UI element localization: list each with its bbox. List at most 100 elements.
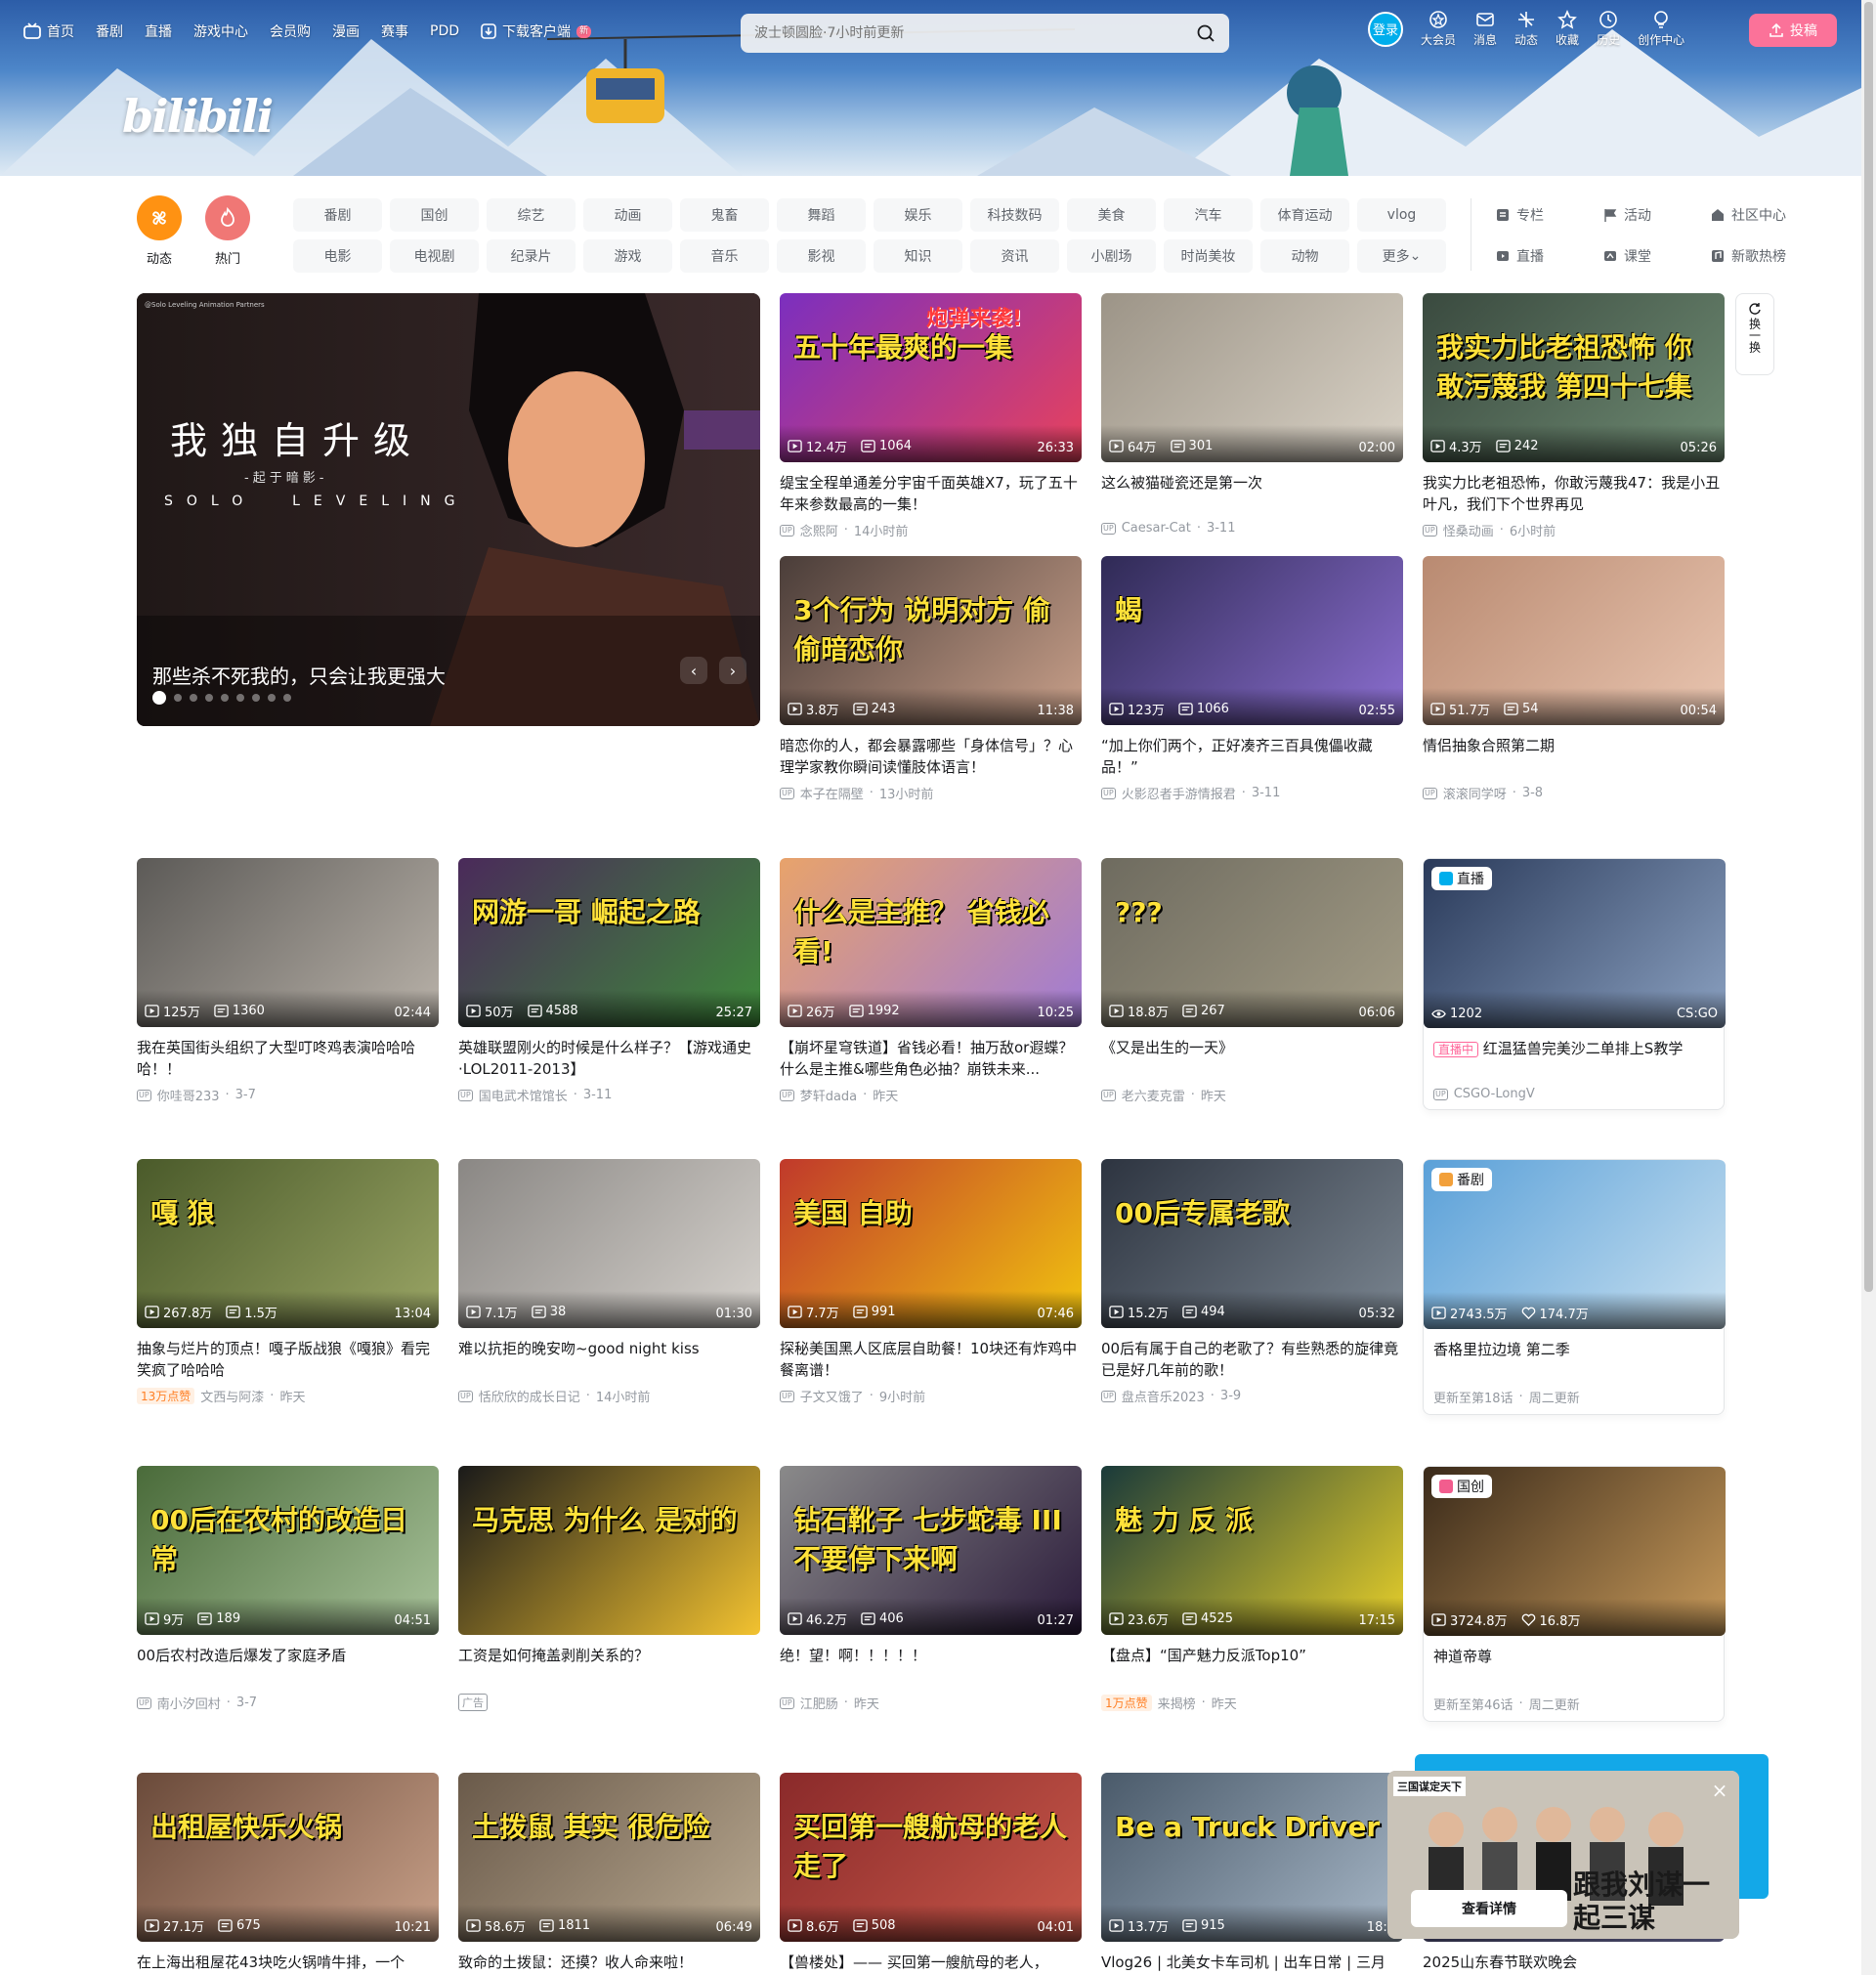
- uploader-name[interactable]: 来揭榜: [1158, 1694, 1196, 1712]
- video-card[interactable]: 番剧 2743.5万 174.7万 香格里拉边境 第二季 更新至第18话 · 周二更新: [1423, 1159, 1726, 1415]
- category-12[interactable]: 电影: [293, 239, 382, 273]
- category-3[interactable]: 动画: [583, 198, 672, 232]
- video-thumbnail[interactable]: ??? 18.8万 267 06:06: [1101, 858, 1403, 1027]
- video-title[interactable]: 我实力比老祖恐怖，你敢污蔑我47：我是小丑叶凡，我们下个世界再见: [1423, 472, 1725, 515]
- nav-pdd[interactable]: PDD: [430, 23, 459, 39]
- video-card[interactable]: 网游一哥 崛起之路 50万 4588 25:27 英雄联盟刚火的时候是什么样子？【游戏通…: [458, 858, 760, 1104]
- video-title[interactable]: 致命的土拨鼠：还摸？收人命来啦！: [458, 1952, 760, 1975]
- nav-mall[interactable]: 会员购: [270, 21, 311, 41]
- video-thumbnail[interactable]: 魅 力 反 派 23.6万 4525 17:15: [1101, 1466, 1403, 1635]
- link-community[interactable]: 社区中心: [1710, 198, 1817, 232]
- category-1[interactable]: 国创: [390, 198, 479, 232]
- video-card[interactable]: 美国 自助 7.7万 991 07:46 探秘美国黑人区底层自助餐！10块还有炸鸡中餐离…: [780, 1159, 1082, 1405]
- video-thumbnail[interactable]: 嘎 狼 267.8万 1.5万 13:04: [137, 1159, 439, 1328]
- video-thumbnail[interactable]: 马克思 为什么 是对的: [458, 1466, 760, 1635]
- video-card[interactable]: 土拨鼠 其实 很危险 58.6万 1811 06:49 致命的土拨鼠：还摸？收人命来啦！: [458, 1773, 760, 1975]
- category-0[interactable]: 番剧: [293, 198, 382, 232]
- category-15[interactable]: 游戏: [583, 239, 672, 273]
- video-card[interactable]: 出租屋快乐火锅 27.1万 675 10:21 在上海出租屋花43块吃火锅啃牛排，一个: [137, 1773, 439, 1975]
- search-input[interactable]: [754, 25, 1196, 41]
- carousel-title[interactable]: 那些杀不死我的，只会让我更强大: [152, 661, 446, 689]
- video-title[interactable]: 绝！望！啊！！！！！: [780, 1645, 1082, 1688]
- nav-creator[interactable]: 创作中心: [1638, 10, 1684, 48]
- carousel-dot[interactable]: [205, 694, 213, 702]
- video-card[interactable]: 什么是主推？ 省钱必看! 26万 1992 10:25 【崩坏星穹铁道】省钱必看！抽万敌…: [780, 858, 1082, 1104]
- floating-ad[interactable]: 三国谋定天下 跟我刘谋一起三谋 × 查看详情: [1387, 1771, 1739, 1939]
- video-card[interactable]: 魅 力 反 派 23.6万 4525 17:15 【盘点】“国产魅力反派Top10” 1万…: [1101, 1466, 1403, 1712]
- video-card[interactable]: 五十年最爽的一集 炮弹来袭! 12.4万 1064 26:33 缇宝全程单通差分宇宙千面英…: [780, 293, 1082, 539]
- carousel-next-button[interactable]: ›: [719, 657, 746, 684]
- uploader-name[interactable]: 怪桑动画: [1443, 521, 1494, 539]
- uploader-name[interactable]: 本子在隔壁: [800, 784, 864, 802]
- carousel-dot[interactable]: [268, 694, 276, 702]
- uploader-name[interactable]: Caesar-Cat: [1122, 521, 1191, 536]
- video-thumbnail[interactable]: 买回第一艘航母的老人 走了 8.6万 508 04:01: [780, 1773, 1082, 1942]
- uploader-name[interactable]: 南小汐回村: [157, 1694, 221, 1712]
- carousel-dot[interactable]: [283, 694, 291, 702]
- carousel-dot[interactable]: [221, 694, 229, 702]
- category-17[interactable]: 影视: [777, 239, 866, 273]
- bilibili-logo[interactable]: bilibili: [122, 90, 274, 143]
- video-card[interactable]: 00后在农村的改造日常 9万 189 04:51 00后农村改造后爆发了家庭矛盾 UP 南小…: [137, 1466, 439, 1712]
- category-2[interactable]: 综艺: [487, 198, 576, 232]
- video-card[interactable]: 钻石靴子 七步蛇毒 III 不要停下来啊 46.2万 406 01:27 绝！望！啊！！…: [780, 1466, 1082, 1712]
- video-card[interactable]: 64万 301 02:00 这么被猫碰瓷还是第一次 UP Caesar-Cat · 3-11: [1101, 293, 1403, 536]
- video-title[interactable]: 直播中 红温猛兽完美沙二单排上S教学: [1424, 1038, 1724, 1081]
- link-new-songs[interactable]: 新歌热榜: [1710, 239, 1817, 273]
- video-title[interactable]: Vlog26 | 北美女卡车司机 | 出车日常 | 三月: [1101, 1952, 1403, 1975]
- video-thumbnail[interactable]: 直播 1202 CS:GO: [1424, 859, 1726, 1028]
- link-column[interactable]: 专栏: [1495, 198, 1602, 232]
- upload-button[interactable]: 投稿: [1749, 14, 1837, 47]
- carousel-dot[interactable]: [174, 694, 182, 702]
- video-title[interactable]: 难以抗拒的晚安吻~good night kiss: [458, 1338, 760, 1381]
- video-card[interactable]: 125万 1360 02:44 我在英国街头组织了大型叮咚鸡表演哈哈哈哈！！ UP 你哇哥…: [137, 858, 439, 1104]
- uploader-name[interactable]: 子文又饿了: [800, 1387, 864, 1405]
- uploader-name[interactable]: 火影忍者手游情报君: [1122, 784, 1236, 802]
- close-icon[interactable]: ×: [1708, 1779, 1731, 1802]
- category-6[interactable]: 娱乐: [874, 198, 962, 232]
- link-course[interactable]: 课堂: [1602, 239, 1710, 273]
- category-18[interactable]: 知识: [874, 239, 962, 273]
- link-live[interactable]: 直播: [1495, 239, 1602, 273]
- carousel-dot[interactable]: [190, 694, 197, 702]
- nav-manga[interactable]: 漫画: [332, 21, 360, 41]
- category-20[interactable]: 小剧场: [1067, 239, 1156, 273]
- video-thumbnail[interactable]: 美国 自助 7.7万 991 07:46: [780, 1159, 1082, 1328]
- video-thumbnail[interactable]: 国创 3724.8万 16.8万: [1424, 1467, 1726, 1636]
- video-thumbnail[interactable]: 出租屋快乐火锅 27.1万 675 10:21: [137, 1773, 439, 1942]
- category-7[interactable]: 科技数码: [970, 198, 1059, 232]
- category-19[interactable]: 资讯: [970, 239, 1059, 273]
- video-card[interactable]: 00后专属老歌 15.2万 494 05:32 00后有属于自己的老歌了？有些熟悉的旋律…: [1101, 1159, 1403, 1405]
- video-title[interactable]: “加上你们两个，正好凑齐三百具傀儡收藏品！”: [1101, 735, 1403, 778]
- nav-game-center[interactable]: 游戏中心: [193, 21, 248, 41]
- uploader-name[interactable]: 念熙阿: [800, 521, 838, 539]
- video-title[interactable]: 抽象与烂片的顶点！嘎子版战狼《嘎狼》看完笑疯了哈哈哈: [137, 1338, 439, 1381]
- category-16[interactable]: 音乐: [680, 239, 769, 273]
- carousel-dot[interactable]: [152, 691, 166, 705]
- uploader-name[interactable]: 滚滚同学呀: [1443, 784, 1507, 802]
- video-title[interactable]: 探秘美国黑人区底层自助餐！10块还有炸鸡中餐离谱！: [780, 1338, 1082, 1381]
- nav-match[interactable]: 赛事: [381, 21, 408, 41]
- video-card[interactable]: 我实力比老祖恐怖 你敢污蔑我 第四十七集 4.3万 242 05:26 我实力比老祖恐怖…: [1423, 293, 1725, 539]
- video-thumbnail[interactable]: 我实力比老祖恐怖 你敢污蔑我 第四十七集 4.3万 242 05:26: [1423, 293, 1725, 462]
- uploader-name[interactable]: 文西与阿漆: [200, 1387, 264, 1405]
- nav-download[interactable]: 下载客户端 新: [481, 21, 592, 41]
- login-button[interactable]: 登录: [1368, 11, 1403, 47]
- video-title[interactable]: 在上海出租屋花43块吃火锅啃牛排，一个: [137, 1952, 439, 1975]
- nav-home[interactable]: 首页: [23, 21, 74, 41]
- video-card[interactable]: 国创 3724.8万 16.8万 神道帝尊 更新至第46话 · 周二更新: [1423, 1466, 1726, 1722]
- category-10[interactable]: 体育运动: [1260, 198, 1349, 232]
- nav-favorites[interactable]: 收藏: [1556, 10, 1579, 48]
- channel-dynamic[interactable]: 动态: [137, 195, 182, 267]
- video-thumbnail[interactable]: 钻石靴子 七步蛇毒 III 不要停下来啊 46.2万 406 01:27: [780, 1466, 1082, 1635]
- nav-live[interactable]: 直播: [145, 21, 172, 41]
- category-5[interactable]: 舞蹈: [777, 198, 866, 232]
- video-title[interactable]: 【兽楼处】—— 买回第一艘航母的老人，: [780, 1952, 1082, 1975]
- video-title[interactable]: 这么被猫碰瓷还是第一次: [1101, 472, 1403, 515]
- nav-vip[interactable]: 大会员: [1421, 10, 1456, 48]
- category-11[interactable]: vlog: [1357, 198, 1446, 232]
- category-8[interactable]: 美食: [1067, 198, 1156, 232]
- video-title[interactable]: 00后有属于自己的老歌了？有些熟悉的旋律竟已是好几年前的歌！: [1101, 1338, 1403, 1381]
- video-thumbnail[interactable]: 64万 301 02:00: [1101, 293, 1403, 462]
- nav-bangumi[interactable]: 番剧: [96, 21, 123, 41]
